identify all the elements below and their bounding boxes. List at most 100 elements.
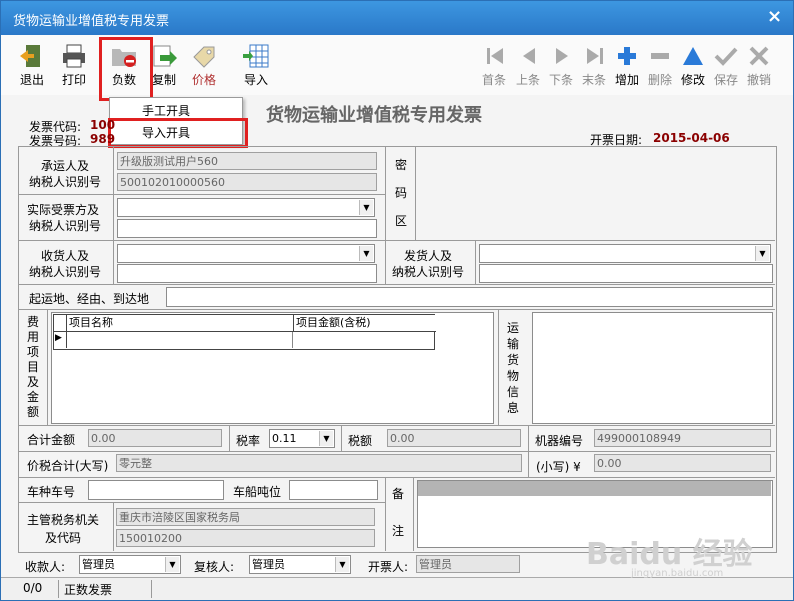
next-label: 下条 (548, 73, 573, 87)
cargo-info-input[interactable] (532, 312, 773, 424)
cargo-label-char: 运 (506, 321, 519, 335)
tax-amount-field[interactable]: 0.00 (387, 429, 521, 447)
last-button[interactable]: 末条 (581, 43, 607, 93)
tax-rate-select[interactable]: 0.11 ▼ (269, 429, 335, 448)
total-amount-label: 合计金额 (27, 433, 76, 447)
grid-row[interactable] (66, 332, 67, 348)
recipient-taxid-label: 纳税人识别号 (29, 219, 102, 233)
add-button[interactable]: 增加 (613, 43, 641, 93)
import-label: 导入 (243, 73, 268, 87)
shipper-select[interactable]: ▼ (479, 244, 771, 263)
consignee-label: 收货人及 (41, 249, 90, 263)
highlight-negative-button (99, 37, 153, 101)
reviewer-value: 管理员 (252, 558, 285, 571)
exit-icon (20, 45, 40, 67)
cargo-label-char: 货 (506, 353, 519, 367)
recipient-select[interactable]: ▼ (117, 198, 375, 217)
divider (19, 284, 775, 285)
shipper-label: 发货人及 (404, 249, 453, 263)
next-button[interactable]: 下条 (548, 43, 574, 93)
add-label: 增加 (614, 73, 639, 87)
tonnage-input[interactable] (289, 480, 378, 500)
save-label: 保存 (713, 73, 738, 87)
price-button[interactable]: 价格 (186, 43, 222, 93)
authority-code-field[interactable]: 150010200 (116, 529, 375, 547)
grid-header-amount: 项目金额(含税) (294, 315, 436, 332)
consignee-select[interactable]: ▼ (117, 244, 375, 263)
machine-number-field[interactable]: 499000108949 (594, 429, 771, 447)
chevron-down-icon: ▼ (335, 557, 349, 572)
cipher-label-2: 码 (394, 186, 407, 200)
divider (229, 426, 230, 451)
sum-upper-field[interactable]: 零元整 (116, 454, 522, 472)
consignee-taxid-input[interactable] (117, 264, 377, 283)
divider (341, 426, 342, 451)
prev-icon (523, 48, 535, 64)
divider (19, 194, 385, 195)
divider (151, 580, 152, 598)
divider (19, 477, 775, 478)
payee-value: 管理员 (82, 558, 115, 571)
highlight-import-menu-item (108, 118, 248, 148)
drawer-field[interactable]: 管理员 (416, 555, 520, 573)
fee-items-grid[interactable]: 项目名称 项目金额(含税) ▶ (53, 314, 436, 350)
recipient-taxid-input[interactable] (117, 219, 377, 238)
sum-lower-field[interactable]: 0.00 (594, 454, 771, 472)
authority-code-label: 及代码 (45, 531, 82, 545)
skip-first-icon (487, 48, 503, 64)
first-label: 首条 (481, 73, 506, 87)
carrier-name-field[interactable]: 升级版测试用户560 (117, 152, 377, 170)
payee-label: 收款人: (25, 560, 66, 574)
watermark-logo: Baidu 经验 (586, 537, 753, 572)
menu-item-manual[interactable]: 手工开具 (142, 102, 190, 119)
authority-name-field[interactable]: 重庆市涪陵区国家税务局 (116, 508, 375, 526)
authority-label: 主管税务机关 (27, 513, 100, 527)
first-button[interactable]: 首条 (481, 43, 507, 93)
copy-icon (153, 45, 177, 67)
remark-label-1: 备 (391, 487, 404, 501)
undo-label: 撤销 (746, 73, 771, 87)
import-button[interactable]: 导入 (239, 43, 273, 93)
route-input[interactable] (166, 287, 773, 307)
print-button[interactable]: 打印 (57, 43, 91, 93)
divider (528, 452, 529, 477)
save-button[interactable]: 保存 (712, 43, 740, 93)
carrier-taxid-label: 纳税人识别号 (29, 175, 102, 189)
undo-button[interactable]: 撤销 (745, 43, 773, 93)
carrier-taxid-field[interactable]: 500102010000560 (117, 173, 377, 191)
payee-select[interactable]: 管理员 ▼ (79, 555, 181, 574)
divider (385, 478, 386, 551)
delete-button[interactable]: 删除 (646, 43, 674, 93)
remark-label-2: 注 (391, 524, 404, 538)
prev-label: 上条 (515, 73, 540, 87)
price-tag-icon (193, 46, 215, 68)
price-label: 价格 (191, 73, 216, 87)
shipper-taxid-input[interactable] (479, 264, 773, 283)
title-bar: 货物运输业增值税专用发票 × (1, 1, 793, 35)
grid-corner (54, 315, 67, 332)
divider (19, 240, 775, 241)
delete-label: 删除 (647, 73, 672, 87)
last-label: 末条 (581, 73, 606, 87)
divider (113, 503, 114, 551)
prev-button[interactable]: 上条 (515, 43, 541, 93)
exit-button[interactable]: 退出 (15, 43, 49, 93)
drawer-label: 开票人: (368, 560, 409, 574)
divider (385, 147, 386, 240)
record-count: 0/0 (23, 581, 43, 595)
divider (19, 502, 385, 503)
vehicle-input[interactable] (88, 480, 224, 500)
vehicle-label: 车种车号 (27, 485, 76, 499)
reviewer-select[interactable]: 管理员 ▼ (249, 555, 351, 574)
grid-cell[interactable] (292, 332, 293, 348)
close-button[interactable]: × (767, 6, 782, 27)
chevron-down-icon: ▼ (359, 246, 373, 261)
chevron-down-icon: ▼ (319, 431, 333, 446)
next-icon (556, 48, 568, 64)
route-label: 起运地、经由、到达地 (29, 292, 150, 306)
divider (415, 147, 416, 240)
divider (19, 425, 775, 426)
total-amount-field[interactable]: 0.00 (88, 429, 222, 447)
modify-button[interactable]: 修改 (679, 43, 707, 93)
cargo-label-char: 输 (506, 337, 519, 351)
